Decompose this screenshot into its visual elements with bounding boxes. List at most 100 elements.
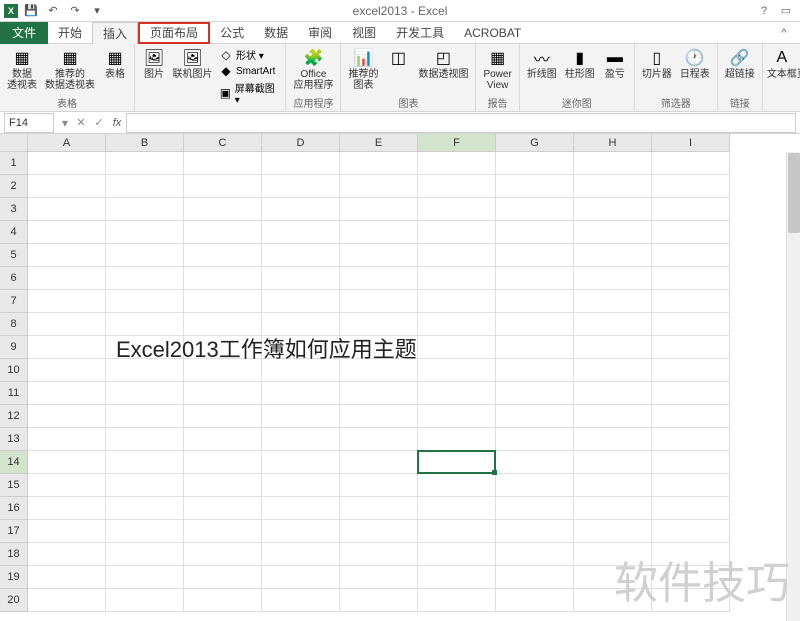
qat-undo-button[interactable]: ↶	[44, 2, 62, 20]
cell[interactable]	[28, 359, 106, 382]
col-header-F[interactable]: F	[418, 134, 496, 152]
ribbon-btn-推荐的图表[interactable]: 📊推荐的图表	[345, 46, 381, 94]
cell[interactable]	[418, 589, 496, 612]
cell[interactable]	[184, 405, 262, 428]
cell[interactable]	[106, 451, 184, 474]
row-header-14[interactable]: 14	[0, 451, 28, 474]
row-header-3[interactable]: 3	[0, 198, 28, 221]
col-header-C[interactable]: C	[184, 134, 262, 152]
cell[interactable]	[340, 267, 418, 290]
cell[interactable]	[496, 566, 574, 589]
cell[interactable]	[184, 589, 262, 612]
cell[interactable]	[184, 474, 262, 497]
cell[interactable]	[184, 221, 262, 244]
cell[interactable]	[652, 451, 730, 474]
cell[interactable]	[652, 244, 730, 267]
cell[interactable]	[340, 405, 418, 428]
cell[interactable]	[184, 382, 262, 405]
cell[interactable]	[418, 474, 496, 497]
cell[interactable]	[496, 520, 574, 543]
cell[interactable]	[28, 221, 106, 244]
col-header-I[interactable]: I	[652, 134, 730, 152]
cell[interactable]	[340, 244, 418, 267]
cell[interactable]	[262, 405, 340, 428]
cell[interactable]	[184, 543, 262, 566]
cell[interactable]	[496, 290, 574, 313]
cell[interactable]	[574, 267, 652, 290]
help-button[interactable]: ?	[754, 3, 774, 19]
select-all-corner[interactable]	[0, 134, 28, 152]
tab-审阅[interactable]: 审阅	[298, 22, 342, 44]
ribbon-small-SmartArt[interactable]: ◆SmartArt	[216, 63, 281, 79]
ribbon-btn-数据透视表[interactable]: ▦数据透视表	[4, 46, 40, 94]
cell[interactable]	[496, 244, 574, 267]
tab-插入[interactable]: 插入	[92, 22, 138, 44]
row-header-4[interactable]: 4	[0, 221, 28, 244]
cell[interactable]	[574, 359, 652, 382]
cell[interactable]	[574, 290, 652, 313]
cell[interactable]	[262, 497, 340, 520]
col-header-G[interactable]: G	[496, 134, 574, 152]
cell[interactable]	[652, 428, 730, 451]
ribbon-btn-日程表[interactable]: 🕐日程表	[677, 46, 713, 94]
col-header-E[interactable]: E	[340, 134, 418, 152]
vertical-scrollbar[interactable]	[786, 152, 800, 621]
cell[interactable]	[106, 589, 184, 612]
cell[interactable]	[418, 543, 496, 566]
cell[interactable]	[652, 405, 730, 428]
cell[interactable]	[652, 175, 730, 198]
cell[interactable]	[262, 221, 340, 244]
cell[interactable]	[106, 474, 184, 497]
cell[interactable]	[574, 520, 652, 543]
cell[interactable]	[496, 543, 574, 566]
cancel-formula-icon[interactable]: ✕	[72, 116, 90, 129]
cell[interactable]	[262, 152, 340, 175]
cell[interactable]	[340, 290, 418, 313]
cell[interactable]	[574, 382, 652, 405]
cell[interactable]	[184, 428, 262, 451]
cell[interactable]	[574, 451, 652, 474]
cell[interactable]	[106, 152, 184, 175]
cell[interactable]	[496, 428, 574, 451]
ribbon-btn-折线图[interactable]: 〰折线图	[524, 46, 560, 94]
cell[interactable]	[496, 221, 574, 244]
ribbon-btn-联机图片[interactable]: 🖼联机图片	[171, 46, 214, 107]
cell[interactable]	[652, 198, 730, 221]
qat-save-button[interactable]: 💾	[22, 2, 40, 20]
ribbon-btn-表格[interactable]: ▦表格	[100, 46, 130, 94]
cell[interactable]	[340, 566, 418, 589]
row-header-20[interactable]: 20	[0, 589, 28, 612]
cell[interactable]	[340, 198, 418, 221]
cell[interactable]	[418, 382, 496, 405]
cell[interactable]	[418, 336, 496, 359]
cell[interactable]	[574, 474, 652, 497]
cell[interactable]	[418, 221, 496, 244]
cell[interactable]	[418, 152, 496, 175]
cell[interactable]	[418, 198, 496, 221]
row-header-18[interactable]: 18	[0, 543, 28, 566]
cell[interactable]	[28, 382, 106, 405]
ribbon-btn-推荐的数据透视表[interactable]: ▦推荐的数据透视表	[42, 46, 98, 94]
cell[interactable]	[340, 152, 418, 175]
cell[interactable]	[652, 566, 730, 589]
cell[interactable]	[106, 520, 184, 543]
row-header-15[interactable]: 15	[0, 474, 28, 497]
cell[interactable]	[418, 520, 496, 543]
tab-视图[interactable]: 视图	[342, 22, 386, 44]
cell[interactable]	[184, 451, 262, 474]
cell[interactable]	[574, 336, 652, 359]
cell[interactable]	[418, 175, 496, 198]
cell[interactable]	[184, 175, 262, 198]
cell[interactable]	[574, 152, 652, 175]
cell[interactable]	[28, 520, 106, 543]
cell[interactable]	[184, 520, 262, 543]
cell[interactable]	[28, 336, 106, 359]
cell[interactable]	[340, 474, 418, 497]
cell[interactable]	[652, 336, 730, 359]
cell[interactable]	[28, 198, 106, 221]
cell[interactable]	[262, 382, 340, 405]
cell[interactable]	[28, 451, 106, 474]
cell[interactable]	[496, 589, 574, 612]
cell[interactable]	[184, 244, 262, 267]
row-header-16[interactable]: 16	[0, 497, 28, 520]
